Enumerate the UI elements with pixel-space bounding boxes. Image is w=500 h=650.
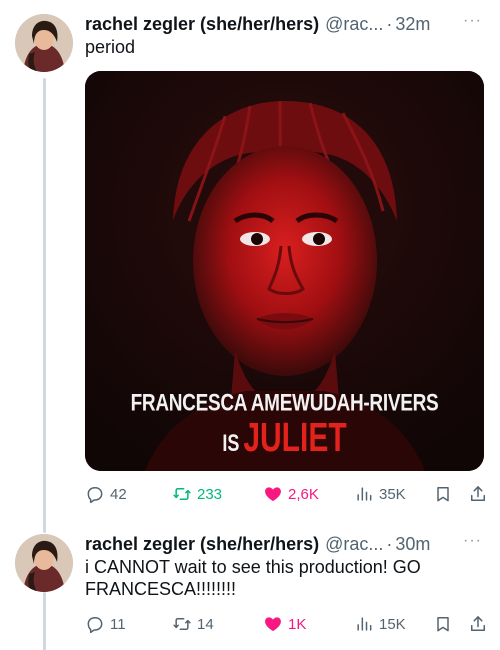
bookmark-icon [437,617,449,632]
reply-button[interactable]: 11 [85,614,157,634]
retweet-icon [173,618,191,630]
reply-count: 11 [110,615,126,633]
bookmark-button[interactable] [433,484,453,504]
more-icon[interactable]: ··· [463,532,482,550]
retweet-count: 14 [197,615,214,633]
poster-subtitle: IS JULIET [85,416,484,462]
retweet-button[interactable]: 14 [172,614,248,634]
author-name[interactable]: rachel zegler (she/her/hers) [85,534,319,555]
retweet-icon [173,488,191,500]
views-icon [357,487,372,501]
like-button[interactable]: 1K [263,614,339,634]
reply-button[interactable]: 42 [85,484,157,504]
separator: · [386,533,393,554]
timestamp[interactable]: 30m [395,534,430,555]
share-button[interactable] [468,484,488,504]
reply-icon [87,487,103,504]
tweet-actions: 42 233 2,6K 35K [85,484,488,504]
views-button[interactable]: 15K [354,614,418,634]
views-count: 35K [379,485,406,503]
like-count: 2,6K [288,485,319,503]
views-button[interactable]: 35K [354,484,418,504]
heart-icon [265,487,281,502]
bookmark-button[interactable] [433,614,453,634]
retweet-count: 233 [197,485,223,503]
tweet-text: i CANNOT wait to see this production! GO… [85,557,421,599]
bookmark-icon [437,487,449,502]
views-count: 15K [379,615,406,633]
thread-line [43,592,46,650]
author-handle[interactable]: @rac... [325,14,383,35]
author-name[interactable]: rachel zegler (she/her/hers) [85,14,319,35]
tweet-actions: 11 14 1K 15K [85,614,488,634]
share-icon [471,486,485,501]
retweet-button[interactable]: 233 [172,484,248,504]
thread-line [43,78,46,533]
avatar[interactable] [15,14,73,72]
poster-highlight: JULIET [243,416,347,461]
poster-is: IS [222,429,240,457]
tweet-text: period [85,37,136,57]
like-count: 1K [288,615,307,633]
reply-icon [87,617,103,634]
tweet-header: rachel zegler (she/her/hers) @rac... · 3… [85,12,482,36]
tweet-image[interactable]: FRANCESCA AMEWUDAH-RIVERS IS JULIET [85,71,484,471]
reply-count: 42 [110,485,127,503]
heart-icon [265,617,281,632]
poster-title: FRANCESCA AMEWUDAH-RIVERS [130,390,439,417]
tweet-header: rachel zegler (she/her/hers) @rac... · 3… [85,532,482,556]
views-icon [357,617,372,631]
share-icon [471,616,485,631]
author-handle[interactable]: @rac... [325,534,383,555]
like-button[interactable]: 2,6K [263,484,339,504]
separator: · [386,13,393,34]
timestamp[interactable]: 32m [395,14,430,35]
share-button[interactable] [468,614,488,634]
more-icon[interactable]: ··· [463,12,482,30]
avatar[interactable] [15,534,73,592]
